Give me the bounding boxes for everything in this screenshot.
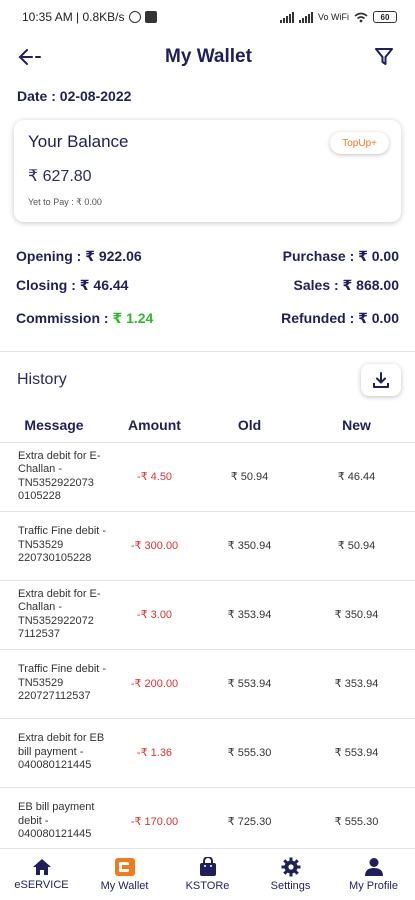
wallet-icon xyxy=(114,858,135,876)
nav-label: My Profile xyxy=(349,880,398,892)
row-new: ₹ 353.94 xyxy=(298,649,415,719)
row-old: ₹ 553.94 xyxy=(201,649,298,719)
signal-icon xyxy=(279,11,294,23)
nav-label: KSTORe xyxy=(185,880,230,892)
filter-icon xyxy=(374,48,393,65)
row-old: ₹ 353.94 xyxy=(201,580,298,650)
table-row[interactable]: Extra debit for E-Challan - TN5352922073… xyxy=(0,442,415,512)
status-left: 10:35 AM | 0.8KB/s xyxy=(22,10,157,24)
app-header: My Wallet xyxy=(0,34,415,80)
page-title: My Wallet xyxy=(165,46,252,67)
row-amount: -₹ 4.50 xyxy=(108,442,201,512)
column-header-message: Message xyxy=(0,408,108,443)
column-header-new: New xyxy=(298,408,415,443)
row-new: ₹ 350.94 xyxy=(298,580,415,650)
nav-label: eSERVICE xyxy=(14,879,69,891)
row-message: Traffic Fine debit - TN53529 22073010522… xyxy=(0,511,108,581)
row-message: Extra debit for E-Challan - TN5352922072… xyxy=(0,580,108,650)
row-new: ₹ 555.30 xyxy=(298,787,415,857)
status-time: 10:35 AM | 0.8KB/s xyxy=(22,10,125,24)
row-message: EB bill payment debit - 040080121445 xyxy=(0,787,108,857)
battery-icon: 60 xyxy=(373,11,397,23)
nav-item-my-profile[interactable]: My Profile xyxy=(332,857,415,892)
balance-amount: ₹ 627.80 xyxy=(28,168,92,185)
refunded-value: Refunded : ₹ 0.00 xyxy=(281,310,399,326)
summary-row: Commission : ₹ 1.24 Refunded : ₹ 0.00 xyxy=(16,304,399,333)
column-header-old: Old xyxy=(201,408,298,443)
table-row[interactable]: Traffic Fine debit - TN53529 22073010522… xyxy=(0,511,415,581)
wifi-icon xyxy=(354,12,368,22)
row-message: Traffic Fine debit - TN53529 22072711253… xyxy=(0,649,108,719)
signal-icon-2 xyxy=(298,11,313,23)
wallet-summary: Opening : ₹ 922.06 Purchase : ₹ 0.00 Clo… xyxy=(0,222,415,333)
row-message: Extra debit for E-Challan - TN5352922073… xyxy=(0,442,108,512)
nav-item-my-wallet[interactable]: My Wallet xyxy=(83,857,166,892)
gear-icon xyxy=(281,857,300,877)
row-old: ₹ 725.30 xyxy=(201,787,298,857)
alarm-icon xyxy=(128,11,141,23)
closing-value: Closing : ₹ 46.44 xyxy=(16,277,129,293)
filter-button[interactable] xyxy=(369,42,399,72)
commission-label: Commission : xyxy=(16,310,113,326)
table-row[interactable]: Traffic Fine debit - TN53529 22072711253… xyxy=(0,649,415,719)
balance-card: Your Balance ₹ 627.80 Yet to Pay : ₹ 0.0… xyxy=(14,120,401,222)
shopping-bag-icon xyxy=(199,857,216,876)
status-right: Vo WiFi 60 xyxy=(279,11,397,23)
summary-row: Opening : ₹ 922.06 Purchase : ₹ 0.00 xyxy=(16,242,399,271)
topup-button[interactable]: TopUp+ xyxy=(330,132,389,154)
sales-value: Sales : ₹ 868.00 xyxy=(293,277,399,293)
battery-level: 60 xyxy=(380,12,390,22)
row-new: ₹ 46.44 xyxy=(298,442,415,512)
row-old: ₹ 50.94 xyxy=(201,442,298,512)
table-row[interactable]: Extra debit for E-Challan - TN5352922072… xyxy=(0,580,415,650)
commission: Commission : ₹ 1.24 xyxy=(16,310,153,327)
table-header-row: Message Amount Old New xyxy=(0,408,415,443)
purchase-value: Purchase : ₹ 0.00 xyxy=(282,248,399,264)
nav-label: Settings xyxy=(270,880,311,892)
summary-row: Closing : ₹ 46.44 Sales : ₹ 868.00 xyxy=(16,271,399,300)
row-amount: -₹ 3.00 xyxy=(108,580,201,650)
download-button[interactable] xyxy=(361,364,401,396)
nav-item-kstore[interactable]: KSTORe xyxy=(166,857,249,892)
row-amount: -₹ 1.36 xyxy=(108,718,201,788)
status-bar: 10:35 AM | 0.8KB/s Vo WiFi 60 xyxy=(0,0,415,34)
row-old: ₹ 350.94 xyxy=(201,511,298,581)
date-line: Date : 02-08-2022 xyxy=(17,88,132,104)
person-icon xyxy=(364,858,383,876)
network-label: Vo WiFi xyxy=(317,12,349,22)
history-table: Message Amount Old New Extra debit for E… xyxy=(0,408,415,857)
back-arrow-icon xyxy=(18,49,41,65)
yet-to-pay: Yet to Pay : ₹ 0.00 xyxy=(28,197,102,207)
row-amount: -₹ 170.00 xyxy=(108,787,201,857)
home-icon xyxy=(32,859,51,875)
history-title: History xyxy=(17,371,67,388)
app-notification-icon xyxy=(144,11,157,23)
row-amount: -₹ 300.00 xyxy=(108,511,201,581)
table-row[interactable]: EB bill payment debit - 040080121445 -₹ … xyxy=(0,787,415,857)
nav-item-eservice[interactable]: eSERVICE xyxy=(0,858,83,891)
row-new: ₹ 50.94 xyxy=(298,511,415,581)
commission-value: ₹ 1.24 xyxy=(112,310,154,326)
history-header: History xyxy=(0,352,415,408)
download-icon xyxy=(373,372,389,388)
back-button[interactable] xyxy=(18,42,48,72)
row-message: Extra debit for EB bill payment - 040080… xyxy=(0,718,108,788)
opening-value: Opening : ₹ 922.06 xyxy=(16,248,142,264)
row-new: ₹ 553.94 xyxy=(298,718,415,788)
nav-label: My Wallet xyxy=(100,880,149,892)
column-header-amount: Amount xyxy=(108,408,201,443)
bottom-nav: eSERVICE My Wallet KSTORe Settings My Pr… xyxy=(0,848,415,900)
row-amount: -₹ 200.00 xyxy=(108,649,201,719)
row-old: ₹ 555.30 xyxy=(201,718,298,788)
nav-item-settings[interactable]: Settings xyxy=(249,857,332,892)
table-row[interactable]: Extra debit for EB bill payment - 040080… xyxy=(0,718,415,788)
